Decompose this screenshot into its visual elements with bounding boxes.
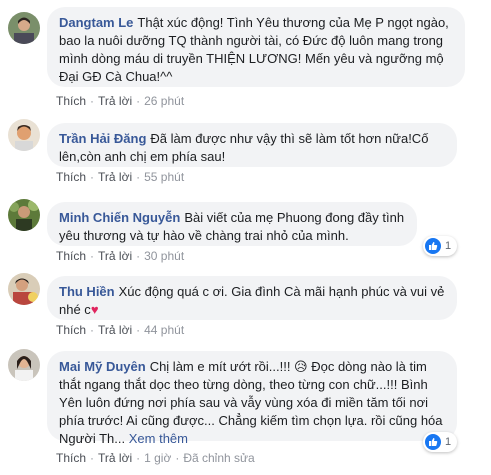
comment-actions: Thích · Trả lời · 30 phút <box>56 249 185 263</box>
avatar[interactable] <box>8 199 40 231</box>
reply-link[interactable]: Trả lời <box>98 249 132 263</box>
comment-actions: Thích · Trả lời · 1 giờ · Đã chỉnh sửa <box>56 451 255 465</box>
reaction-badge[interactable]: 1 <box>423 236 458 256</box>
see-more-link[interactable]: Xem thêm <box>129 431 188 446</box>
comment-bubble: Thu Hiền Xúc động quá c ơi. Gia đình Cà m… <box>47 276 457 320</box>
like-link[interactable]: Thích <box>56 94 86 108</box>
comment-actions: Thích · Trả lời · 44 phút <box>56 323 185 337</box>
comment-actions: Thích · Trả lời · 55 phút <box>56 170 185 184</box>
like-link[interactable]: Thích <box>56 451 86 465</box>
comment-bubble: Mai Mỹ Duyên Chị làm e mít ướt rồi...!!! … <box>47 351 457 446</box>
edited-label[interactable]: Đã chỉnh sửa <box>183 451 254 465</box>
comment-time[interactable]: 55 phút <box>144 170 184 184</box>
comment-author[interactable]: Trần Hải Đăng <box>59 131 146 146</box>
like-icon <box>425 434 441 450</box>
comment-author[interactable]: Mai Mỹ Duyên <box>59 359 146 374</box>
comment-bubble: Trần Hải Đăng Đã làm được như vậy thì sẽ … <box>47 123 457 167</box>
avatar[interactable] <box>8 273 40 305</box>
comment-time[interactable]: 1 giờ <box>144 451 171 465</box>
avatar[interactable] <box>8 12 40 44</box>
reply-link[interactable]: Trả lời <box>98 451 132 465</box>
avatar[interactable] <box>8 119 40 151</box>
comment-text: Xúc động quá c ơi. Gia đình Cà mãi hạnh … <box>59 284 445 317</box>
comment-bubble: Minh Chiến Nguyễn Bài viết của mẹ Phuong … <box>47 202 417 246</box>
comment-time[interactable]: 30 phút <box>144 249 184 263</box>
reaction-count: 1 <box>445 436 452 448</box>
like-link[interactable]: Thích <box>56 249 86 263</box>
reply-link[interactable]: Trả lời <box>98 94 132 108</box>
like-link[interactable]: Thích <box>56 170 86 184</box>
heart-icon: ♥ <box>90 302 99 317</box>
comment-author[interactable]: Thu Hiền <box>59 284 115 299</box>
comment-author[interactable]: Dangtam Le <box>59 15 133 30</box>
comment-author[interactable]: Minh Chiến Nguyễn <box>59 210 180 225</box>
comment-actions: Thích · Trả lời · 26 phút <box>56 94 185 108</box>
comment-bubble: Dangtam Le Thật xúc động! Tình Yêu thương… <box>47 7 465 87</box>
reaction-count: 1 <box>445 240 452 252</box>
avatar[interactable] <box>8 349 40 381</box>
like-icon <box>425 238 441 254</box>
like-link[interactable]: Thích <box>56 323 86 337</box>
reply-link[interactable]: Trả lời <box>98 323 132 337</box>
reply-link[interactable]: Trả lời <box>98 170 132 184</box>
comment-time[interactable]: 26 phút <box>144 94 184 108</box>
comment-time[interactable]: 44 phút <box>144 323 184 337</box>
reaction-badge[interactable]: 1 <box>423 432 458 452</box>
